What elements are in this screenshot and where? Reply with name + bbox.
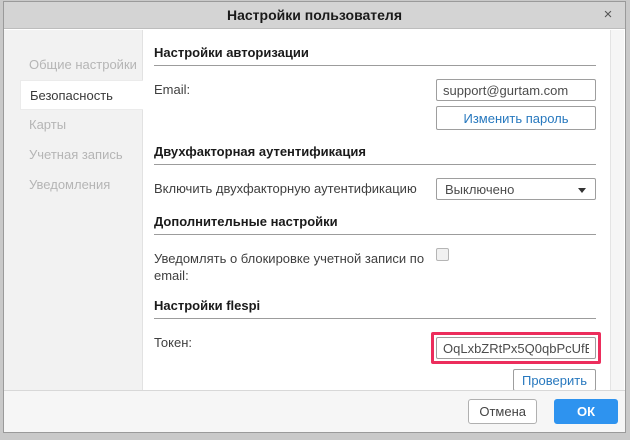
email-label: Email:: [154, 79, 190, 130]
two-factor-select[interactable]: Выключено: [436, 178, 596, 200]
token-row: Токен: Проверить: [154, 332, 596, 390]
two-factor-label: Включить двухфакторную аутентификацию: [154, 178, 417, 200]
sidebar-item-maps[interactable]: Карты: [4, 110, 142, 140]
dialog-title: Настройки пользователя: [227, 7, 402, 23]
token-highlight-annotation: [431, 332, 601, 364]
block-notify-checkbox[interactable]: [436, 248, 449, 261]
close-icon[interactable]: ×: [599, 6, 617, 24]
email-field[interactable]: [436, 79, 596, 101]
two-factor-selected-value: Выключено: [445, 182, 514, 197]
token-controls: Проверить: [436, 332, 596, 390]
chevron-down-icon: [578, 188, 586, 193]
settings-content: Настройки авторизации Email: Изменить па…: [144, 30, 610, 390]
sidebar-item-general[interactable]: Общие настройки: [4, 50, 142, 80]
scrollbar-track[interactable]: [610, 30, 624, 390]
section-header-two-factor: Двухфакторная аутентификация: [154, 144, 596, 165]
user-settings-dialog: Настройки пользователя × Общие настройки…: [3, 1, 626, 433]
ok-button[interactable]: ОК: [554, 399, 618, 424]
two-factor-controls: Выключено: [436, 178, 596, 200]
sidebar-item-security[interactable]: Безопасность: [20, 80, 143, 110]
email-row: Email: Изменить пароль: [154, 79, 596, 130]
sidebar-item-account[interactable]: Учетная запись: [4, 140, 142, 170]
section-header-additional: Дополнительные настройки: [154, 214, 596, 235]
settings-sidebar: Общие настройки Безопасность Карты Учетн…: [4, 30, 143, 390]
section-header-flespi: Настройки flespi: [154, 298, 596, 319]
sidebar-item-notifications[interactable]: Уведомления: [4, 170, 142, 200]
token-field[interactable]: [436, 337, 596, 359]
two-factor-row: Включить двухфакторную аутентификацию Вы…: [154, 178, 596, 200]
section-header-authorization: Настройки авторизации: [154, 45, 596, 66]
block-notify-controls: [436, 248, 596, 284]
verify-token-button[interactable]: Проверить: [513, 369, 596, 390]
email-controls: Изменить пароль: [436, 79, 596, 130]
block-notify-label: Уведомлять о блокировке учетной записи п…: [154, 248, 436, 284]
dialog-footer: Отмена ОК: [4, 390, 625, 432]
token-label: Токен:: [154, 332, 192, 390]
dialog-titlebar: Настройки пользователя ×: [4, 2, 625, 29]
block-notify-row: Уведомлять о блокировке учетной записи п…: [154, 248, 596, 284]
cancel-button[interactable]: Отмена: [468, 399, 537, 424]
change-password-button[interactable]: Изменить пароль: [436, 106, 596, 130]
